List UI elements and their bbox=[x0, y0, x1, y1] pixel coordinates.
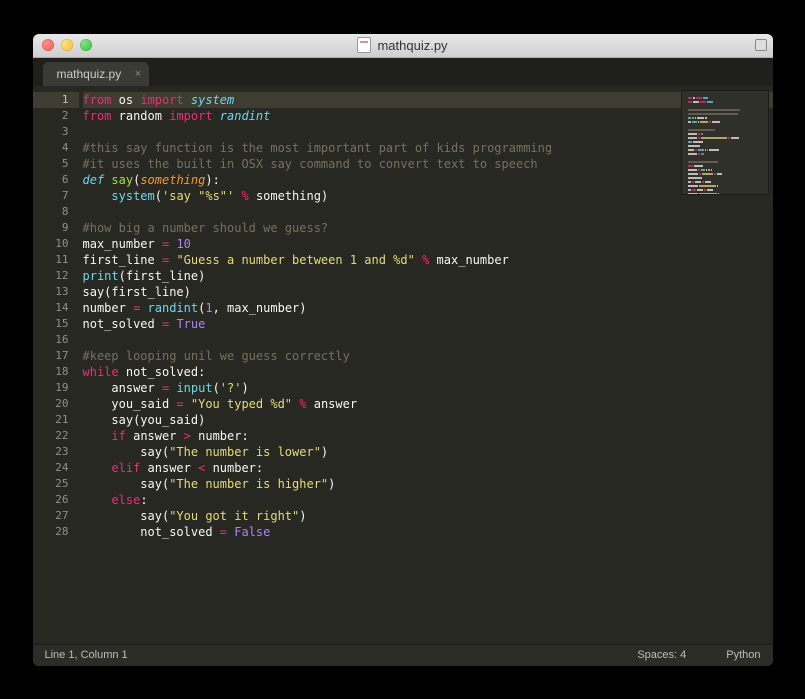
code-line[interactable]: say("You got it right") bbox=[83, 508, 773, 524]
code-line[interactable]: you_said = "You typed %d" % answer bbox=[83, 396, 773, 412]
code-line[interactable] bbox=[83, 332, 773, 348]
minimize-icon[interactable] bbox=[61, 39, 73, 51]
code-line[interactable]: from os import system bbox=[83, 92, 773, 108]
line-number: 25 bbox=[33, 476, 69, 492]
line-number: 2 bbox=[33, 108, 69, 124]
tabbar: mathquiz.py × bbox=[33, 58, 773, 86]
line-number: 24 bbox=[33, 460, 69, 476]
line-number: 18 bbox=[33, 364, 69, 380]
code-line[interactable]: max_number = 10 bbox=[83, 236, 773, 252]
code-line[interactable]: answer = input('?') bbox=[83, 380, 773, 396]
code-line[interactable]: elif answer < number: bbox=[83, 460, 773, 476]
minimap[interactable] bbox=[681, 90, 769, 195]
code-line[interactable]: #it uses the built in OSX say command to… bbox=[83, 156, 773, 172]
line-number: 5 bbox=[33, 156, 69, 172]
status-spaces[interactable]: Spaces: 4 bbox=[637, 649, 686, 661]
code-line[interactable]: first_line = "Guess a number between 1 a… bbox=[83, 252, 773, 268]
line-number: 16 bbox=[33, 332, 69, 348]
code-line[interactable]: system('say "%s"' % something) bbox=[83, 188, 773, 204]
code-line[interactable]: say(you_said) bbox=[83, 412, 773, 428]
code-line[interactable]: not_solved = True bbox=[83, 316, 773, 332]
editor-window: mathquiz.py mathquiz.py × 12345678910111… bbox=[33, 34, 773, 666]
code-line[interactable] bbox=[83, 124, 773, 140]
status-language[interactable]: Python bbox=[726, 649, 760, 661]
line-number: 26 bbox=[33, 492, 69, 508]
code-line[interactable] bbox=[83, 204, 773, 220]
code-line[interactable]: say("The number is higher") bbox=[83, 476, 773, 492]
line-number: 19 bbox=[33, 380, 69, 396]
line-number: 6 bbox=[33, 172, 69, 188]
line-gutter: 1234567891011121314151617181920212223242… bbox=[33, 86, 79, 644]
line-number: 14 bbox=[33, 300, 69, 316]
code-line[interactable]: else: bbox=[83, 492, 773, 508]
code-line[interactable]: #keep looping unil we guess correctly bbox=[83, 348, 773, 364]
zoom-icon[interactable] bbox=[80, 39, 92, 51]
line-number: 17 bbox=[33, 348, 69, 364]
line-number: 13 bbox=[33, 284, 69, 300]
code-line[interactable]: not_solved = False bbox=[83, 524, 773, 540]
window-title: mathquiz.py bbox=[33, 37, 773, 53]
statusbar: Line 1, Column 1 Spaces: 4 Python bbox=[33, 644, 773, 666]
line-number: 21 bbox=[33, 412, 69, 428]
tab-mathquiz[interactable]: mathquiz.py × bbox=[43, 62, 150, 86]
traffic-lights bbox=[33, 39, 92, 51]
file-icon bbox=[357, 37, 371, 53]
line-number: 10 bbox=[33, 236, 69, 252]
window-title-text: mathquiz.py bbox=[377, 38, 447, 53]
line-number: 28 bbox=[33, 524, 69, 540]
editor-area[interactable]: 1234567891011121314151617181920212223242… bbox=[33, 86, 773, 644]
line-number: 4 bbox=[33, 140, 69, 156]
code-line[interactable]: def say(something): bbox=[83, 172, 773, 188]
code-line[interactable]: #how big a number should we guess? bbox=[83, 220, 773, 236]
line-number: 27 bbox=[33, 508, 69, 524]
line-number: 1 bbox=[33, 92, 79, 108]
line-number: 8 bbox=[33, 204, 69, 220]
line-number: 12 bbox=[33, 268, 69, 284]
expand-icon[interactable] bbox=[755, 39, 767, 51]
code-line[interactable]: say(first_line) bbox=[83, 284, 773, 300]
code-content[interactable]: from os import systemfrom random import … bbox=[79, 86, 773, 644]
code-line[interactable]: from random import randint bbox=[83, 108, 773, 124]
line-number: 22 bbox=[33, 428, 69, 444]
line-number: 23 bbox=[33, 444, 69, 460]
tab-label: mathquiz.py bbox=[57, 67, 122, 81]
line-number: 9 bbox=[33, 220, 69, 236]
line-number: 11 bbox=[33, 252, 69, 268]
code-line[interactable]: #this say function is the most important… bbox=[83, 140, 773, 156]
close-icon[interactable] bbox=[42, 39, 54, 51]
line-number: 7 bbox=[33, 188, 69, 204]
close-icon[interactable]: × bbox=[135, 68, 141, 80]
code-line[interactable]: number = randint(1, max_number) bbox=[83, 300, 773, 316]
line-number: 3 bbox=[33, 124, 69, 140]
code-line[interactable]: say("The number is lower") bbox=[83, 444, 773, 460]
code-line[interactable]: if answer > number: bbox=[83, 428, 773, 444]
code-line[interactable]: while not_solved: bbox=[83, 364, 773, 380]
line-number: 15 bbox=[33, 316, 69, 332]
status-position[interactable]: Line 1, Column 1 bbox=[45, 649, 128, 661]
code-line[interactable]: print(first_line) bbox=[83, 268, 773, 284]
titlebar[interactable]: mathquiz.py bbox=[33, 34, 773, 58]
line-number: 20 bbox=[33, 396, 69, 412]
